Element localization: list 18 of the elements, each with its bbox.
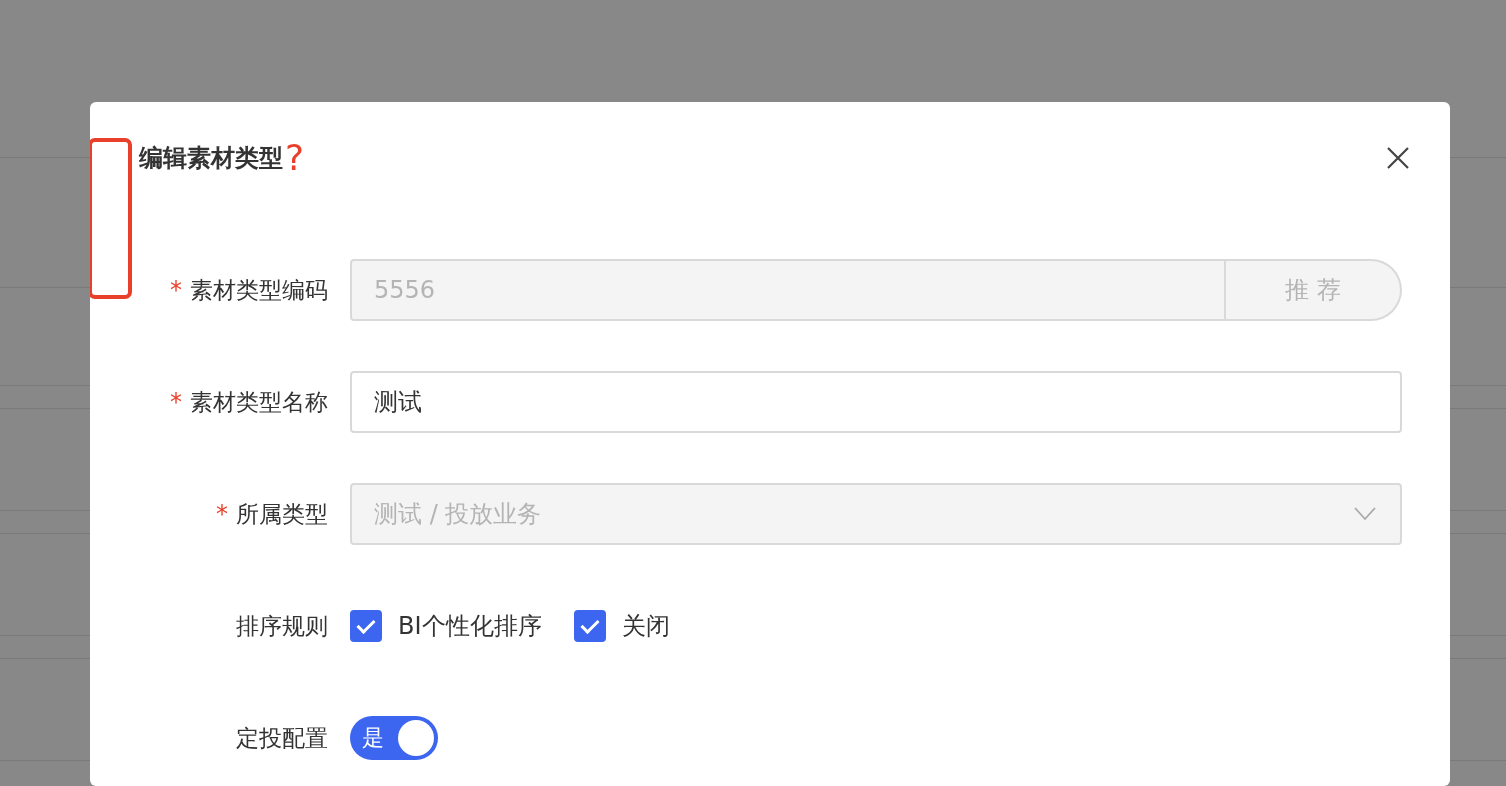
field-label: 素材类型编码 — [190, 275, 328, 305]
field-label: 定投配置 — [236, 723, 328, 753]
checkbox[interactable] — [573, 610, 606, 642]
input-field[interactable]: 测试 — [350, 371, 1402, 433]
chevron-down-icon — [1354, 507, 1376, 521]
annotation-mark: ? — [285, 140, 305, 176]
field-label: 排序规则 — [236, 611, 328, 641]
required-mark: * — [170, 276, 182, 304]
checkbox-option[interactable]: 关闭 — [573, 610, 670, 642]
field-label: 所属类型 — [236, 499, 328, 529]
checkbox-option[interactable]: BI个性化排序 — [350, 610, 542, 642]
required-mark: * — [216, 500, 228, 528]
close-icon[interactable] — [1386, 146, 1410, 170]
field-label: 素材类型名称 — [190, 387, 328, 417]
checkbox[interactable] — [350, 610, 382, 642]
required-mark: * — [170, 388, 182, 416]
toggle-switch[interactable]: 是 — [350, 716, 438, 760]
dialog-title: 编辑素材类型 — [139, 143, 283, 174]
